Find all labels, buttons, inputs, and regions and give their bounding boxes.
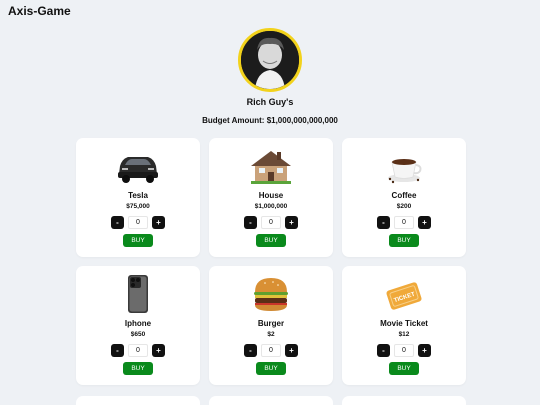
increase-button[interactable]: +: [152, 344, 165, 357]
product-card-tesla: Tesla $75,000 - 0 + BUY: [76, 138, 200, 257]
increase-button[interactable]: +: [285, 216, 298, 229]
quantity-input[interactable]: 0: [128, 216, 148, 229]
quantity-stepper: - 0 +: [377, 216, 431, 229]
product-card-partial: [209, 396, 333, 405]
product-price: $650: [130, 331, 146, 338]
product-name: Coffee: [391, 191, 417, 200]
quantity-input[interactable]: 0: [261, 216, 281, 229]
product-card-movie-ticket: TICKET Movie Ticket $12 - 0 + BUY: [342, 266, 466, 385]
quantity-input[interactable]: 0: [128, 344, 148, 357]
buy-button[interactable]: BUY: [389, 362, 419, 375]
profile-section: Rich Guy's Budget Amount: $1,000,000,000…: [0, 28, 540, 125]
quantity-input[interactable]: 0: [261, 344, 281, 357]
product-name: Burger: [257, 319, 285, 328]
quantity-stepper: - 0 +: [377, 344, 431, 357]
quantity-input[interactable]: 0: [394, 216, 414, 229]
decrease-button[interactable]: -: [377, 344, 390, 357]
avatar: [238, 28, 302, 92]
decrease-button[interactable]: -: [244, 216, 257, 229]
app-title: Axis-Game: [8, 4, 71, 18]
budget-amount: Budget Amount: $1,000,000,000,000: [202, 116, 338, 125]
quantity-stepper: - 0 +: [111, 344, 165, 357]
buy-button[interactable]: BUY: [389, 234, 419, 247]
increase-button[interactable]: +: [418, 216, 431, 229]
product-price: $75,000: [126, 203, 150, 210]
buy-button[interactable]: BUY: [256, 362, 286, 375]
increase-button[interactable]: +: [285, 344, 298, 357]
product-name: Movie Ticket: [380, 319, 428, 328]
product-price: $12: [398, 331, 410, 338]
decrease-button[interactable]: -: [377, 216, 390, 229]
quantity-stepper: - 0 +: [111, 216, 165, 229]
quantity-stepper: - 0 +: [244, 344, 298, 357]
product-card-house: House $1,000,000 - 0 + BUY: [209, 138, 333, 257]
product-card-partial: [342, 396, 466, 405]
increase-button[interactable]: +: [152, 216, 165, 229]
owner-name: Rich Guy's: [246, 97, 294, 107]
quantity-input[interactable]: 0: [394, 344, 414, 357]
increase-button[interactable]: +: [418, 344, 431, 357]
product-name: Tesla: [128, 191, 148, 200]
avatar-photo-icon: [241, 31, 299, 89]
product-name: House: [258, 191, 284, 200]
product-price: $200: [396, 203, 412, 210]
next-row-cards: [76, 396, 466, 405]
product-card-coffee: Coffee $200 - 0 + BUY: [342, 138, 466, 257]
product-price: $1,000,000: [254, 203, 288, 210]
buy-button[interactable]: BUY: [123, 362, 153, 375]
phone-icon: [114, 274, 162, 314]
coffee-icon: [380, 146, 428, 186]
ticket-icon: TICKET: [380, 274, 428, 314]
decrease-button[interactable]: -: [244, 344, 257, 357]
buy-button[interactable]: BUY: [256, 234, 286, 247]
decrease-button[interactable]: -: [111, 216, 124, 229]
product-grid: Tesla $75,000 - 0 + BUY House $1,000,000…: [76, 138, 466, 385]
quantity-stepper: - 0 +: [244, 216, 298, 229]
product-card-partial: [76, 396, 200, 405]
product-card-iphone: Iphone $650 - 0 + BUY: [76, 266, 200, 385]
car-icon: [114, 146, 162, 186]
product-card-burger: Burger $2 - 0 + BUY: [209, 266, 333, 385]
product-price: $2: [267, 331, 275, 338]
burger-icon: [247, 274, 295, 314]
buy-button[interactable]: BUY: [123, 234, 153, 247]
house-icon: [247, 146, 295, 186]
product-name: Iphone: [124, 319, 152, 328]
decrease-button[interactable]: -: [111, 344, 124, 357]
